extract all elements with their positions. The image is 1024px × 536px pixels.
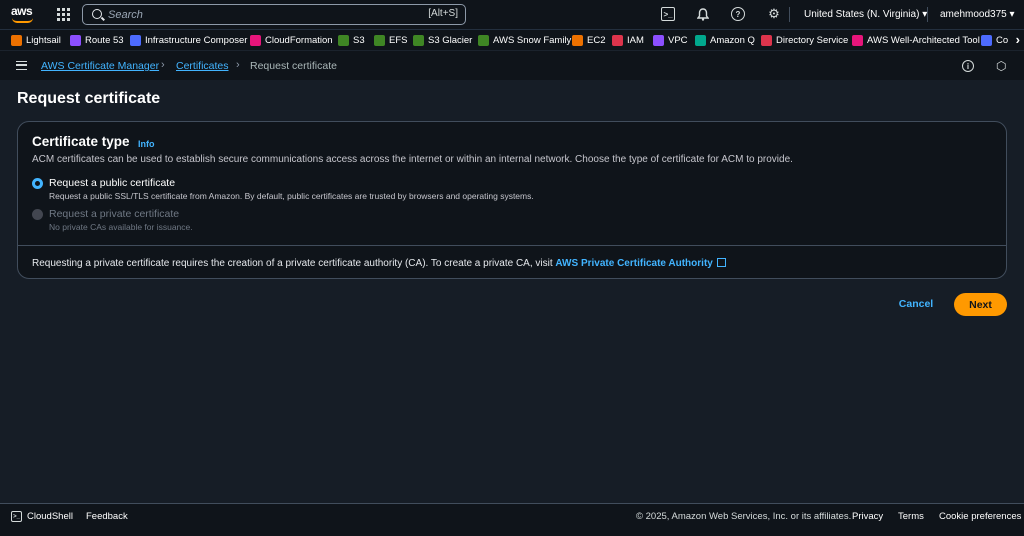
iam-icon: [612, 35, 623, 46]
footer-cookie-preferences[interactable]: Cookie preferences: [939, 511, 1021, 522]
console-footer: >_ CloudShell Feedback © 2025, Amazon We…: [0, 503, 1024, 536]
favorite-lightsail[interactable]: Lightsail: [11, 34, 61, 47]
cloudshell-icon: >_: [11, 511, 22, 522]
chevron-right-icon: ›: [161, 59, 165, 71]
info-panel-icon[interactable]: i: [962, 60, 974, 72]
option-public-description: Request a public SSL/TLS certificate fro…: [49, 191, 534, 201]
favorite-s3-glacier[interactable]: S3 Glacier: [413, 34, 472, 47]
menu-hamburger-icon[interactable]: [16, 61, 27, 70]
favorite-label: EC2: [587, 35, 606, 46]
favorite-label: Route 53: [85, 35, 124, 46]
favorite-ec2[interactable]: EC2: [572, 34, 605, 47]
chevron-right-icon[interactable]: ›: [1016, 32, 1020, 47]
nav-divider: [927, 7, 928, 22]
footer-privacy[interactable]: Privacy: [852, 511, 883, 522]
favorite-co[interactable]: Co: [981, 34, 1008, 47]
radio-private-certificate: [32, 209, 43, 220]
favorite-infrastructure-composer[interactable]: Infrastructure Composer: [130, 34, 247, 47]
option-private-description: No private CAs available for issuance.: [49, 222, 193, 232]
favorite-label: EFS: [389, 35, 408, 46]
private-ca-link[interactable]: AWS Private Certificate Authority: [555, 258, 726, 269]
favorite-label: AWS Snow Family: [493, 35, 572, 46]
hexagon-settings-icon[interactable]: ⬡: [996, 60, 1008, 72]
vpc-icon: [653, 35, 664, 46]
breadcrumb-bar: AWS Certificate Manager › Certificates ›…: [0, 50, 1024, 80]
top-navigation: aws [Alt+S] >_ ? ⚙ United States (N. Vir…: [0, 0, 1024, 29]
favorite-label: Co: [996, 35, 1009, 46]
settings-gear-icon[interactable]: ⚙: [767, 6, 781, 21]
snow-icon: [478, 35, 489, 46]
panel-description: ACM certificates can be used to establis…: [32, 154, 793, 165]
footer-copyright: © 2025, Amazon Web Services, Inc. or its…: [636, 511, 852, 522]
cloudformation-icon: [250, 35, 261, 46]
chevron-right-icon: ›: [236, 59, 240, 71]
breadcrumb-certificates[interactable]: Certificates: [176, 60, 229, 72]
cancel-button[interactable]: Cancel: [896, 296, 936, 312]
page-title: Request certificate: [17, 90, 161, 107]
breadcrumb-current: Request certificate: [250, 60, 337, 72]
composer-icon: [130, 35, 141, 46]
favorite-cloudformation[interactable]: CloudFormation: [250, 34, 333, 47]
notifications-bell-icon[interactable]: [696, 7, 710, 21]
route53-icon: [70, 35, 81, 46]
nav-divider: [789, 7, 790, 22]
directory-icon: [761, 35, 772, 46]
cloudshell-icon[interactable]: >_: [661, 7, 675, 21]
s3-icon: [338, 35, 349, 46]
panel-title: Certificate type: [32, 134, 130, 149]
account-menu[interactable]: amehmood375 ▾: [940, 9, 1015, 20]
footer-cloudshell[interactable]: CloudShell: [27, 511, 73, 522]
panel-divider: [18, 245, 1006, 246]
search-icon: [92, 9, 102, 19]
favorite-s3[interactable]: S3: [338, 34, 365, 47]
next-button[interactable]: Next: [954, 293, 1007, 316]
favorite-label: S3: [353, 35, 365, 46]
help-icon[interactable]: ?: [731, 7, 745, 21]
option-public-label[interactable]: Request a public certificate: [49, 177, 175, 189]
co-icon: [981, 35, 992, 46]
private-ca-note-text: Requesting a private certificate require…: [32, 258, 556, 269]
favorite-label: AWS Well-Architected Tool: [867, 35, 980, 46]
glacier-icon: [413, 35, 424, 46]
favorites-bar: Lightsail Route 53 Infrastructure Compos…: [0, 29, 1024, 50]
certificate-type-panel: Certificate type Info ACM certificates c…: [17, 121, 1007, 279]
favorite-label: Amazon Q: [710, 35, 755, 46]
favorite-iam[interactable]: IAM: [612, 34, 644, 47]
favorite-label: CloudFormation: [265, 35, 333, 46]
favorite-efs[interactable]: EFS: [374, 34, 407, 47]
footer-terms[interactable]: Terms: [898, 511, 924, 522]
well-architected-icon: [852, 35, 863, 46]
option-private-label: Request a private certificate: [49, 208, 180, 220]
favorite-vpc[interactable]: VPC: [653, 34, 688, 47]
favorite-snow-family[interactable]: AWS Snow Family: [478, 34, 571, 47]
favorite-label: Lightsail: [26, 35, 61, 46]
region-selector[interactable]: United States (N. Virginia) ▾: [804, 9, 927, 20]
search-shortcut: [Alt+S]: [428, 8, 458, 19]
aws-logo[interactable]: aws: [11, 5, 35, 25]
ec2-icon: [572, 35, 583, 46]
radio-public-certificate[interactable]: [32, 178, 43, 189]
favorite-label: VPC: [668, 35, 688, 46]
favorite-amazon-q[interactable]: Amazon Q: [695, 34, 755, 47]
favorite-directory-service[interactable]: Directory Service: [761, 34, 848, 47]
breadcrumb-service[interactable]: AWS Certificate Manager: [41, 60, 159, 72]
lightsail-icon: [11, 35, 22, 46]
favorite-well-architected[interactable]: AWS Well-Architected Tool: [852, 34, 980, 47]
services-menu-icon[interactable]: [57, 8, 70, 21]
private-ca-link-label: AWS Private Certificate Authority: [555, 258, 713, 269]
favorite-label: Directory Service: [776, 35, 849, 46]
favorite-label: Infrastructure Composer: [145, 35, 248, 46]
efs-icon: [374, 35, 385, 46]
footer-feedback[interactable]: Feedback: [86, 511, 128, 522]
external-link-icon: [716, 258, 726, 267]
search-box[interactable]: [Alt+S]: [82, 4, 466, 25]
favorite-label: IAM: [627, 35, 644, 46]
amazon-q-icon: [695, 35, 706, 46]
info-link[interactable]: Info: [138, 139, 155, 149]
search-input[interactable]: [108, 7, 398, 22]
favorite-label: S3 Glacier: [428, 35, 473, 46]
favorite-route53[interactable]: Route 53: [70, 34, 124, 47]
private-ca-note: Requesting a private certificate require…: [32, 257, 726, 269]
